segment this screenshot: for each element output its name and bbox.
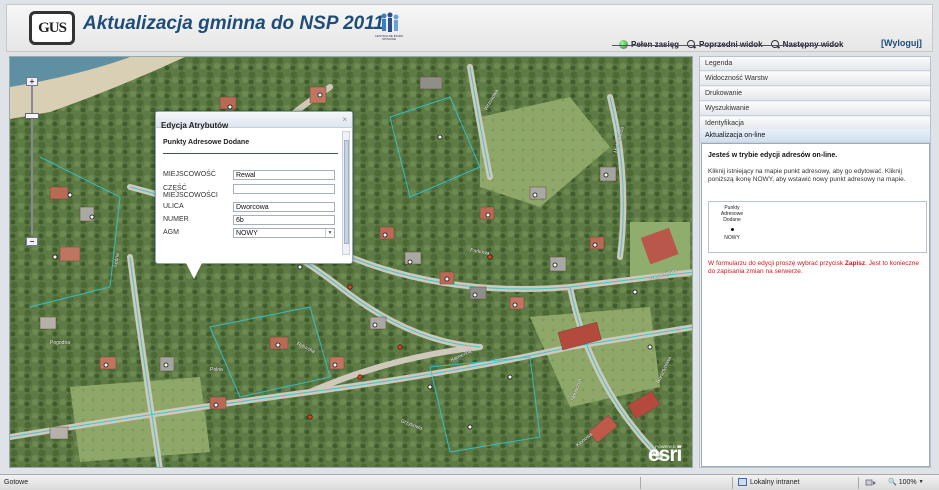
accordion-search[interactable]: Wyszukiwanie: [700, 102, 930, 116]
census-bureau-logo: CENTRALNE BIURO SPISOWE: [373, 11, 403, 45]
zoom-slider[interactable]: + −: [25, 77, 39, 247]
popup-header: Edycja Atrybutów ×: [156, 112, 352, 130]
chevron-down-icon: ▼: [918, 479, 924, 485]
magnifier-icon: 🔍: [888, 479, 897, 486]
accordion-online-update[interactable]: Aktualizacja on-line: [700, 129, 930, 143]
popup-scrollbar[interactable]: [342, 131, 350, 255]
save-note-prefix: W formularzu do edycji proszę wybrać prz…: [708, 260, 845, 267]
divider: [163, 153, 338, 154]
divider: [640, 477, 641, 489]
template-label: Punkty Adresowe Dodane: [720, 205, 744, 223]
chevron-down-icon[interactable]: ▼: [325, 229, 334, 237]
agm-select[interactable]: NOWY ▼: [233, 228, 335, 238]
new-address-point-template[interactable]: Punkty Adresowe Dodane NOWY: [715, 205, 749, 241]
globe-icon: [619, 39, 628, 49]
street-label: Polna: [210, 367, 223, 373]
popup-title: Edycja Atrybutów: [161, 121, 229, 130]
logout-link[interactable]: [Wyloguj]: [881, 38, 922, 48]
magnifier-icon: [770, 39, 780, 49]
field-row-street: ULICA Dworcowa: [163, 202, 338, 213]
attribute-editor-popup: Edycja Atrybutów × Punkty Adresowe Dodan…: [155, 111, 353, 264]
locality-part-input[interactable]: [233, 184, 335, 194]
zoom-level: 100%: [898, 478, 917, 486]
field-row-number: NUMER 6b: [163, 215, 338, 226]
security-zone-label: Lokalny intranet: [750, 478, 800, 486]
protected-mode-icon[interactable]: [865, 478, 877, 486]
locality-input[interactable]: Rewal: [233, 170, 335, 180]
edit-mode-heading: Jesteś w trybie edycji adresów on-line.: [708, 152, 838, 159]
scrollbar-thumb[interactable]: [344, 140, 349, 244]
browser-status-bar: Gotowe Lokalny intranet 🔍 100% ▼: [0, 474, 939, 490]
next-view-label: Następny widok: [782, 39, 844, 49]
page-title: Aktualizacja gminna do NSP 2011: [83, 13, 384, 34]
edit-instructions: Kliknij istniejący na mapie punkt adreso…: [708, 168, 906, 183]
field-label: AGM: [163, 229, 179, 236]
side-panel: Legenda Widoczność Warstw Drukowanie Wys…: [699, 56, 931, 468]
field-label: CZĘŚĆ MIEJSCOWOŚCI: [163, 185, 218, 199]
agm-select-value: NOWY: [236, 230, 258, 237]
zoom-out-button[interactable]: −: [26, 237, 38, 246]
census-figures-icon: [381, 12, 399, 32]
status-text: Gotowe: [4, 479, 29, 486]
template-caption: NOWY: [724, 235, 740, 241]
accordion-printing[interactable]: Drukowanie: [700, 87, 930, 101]
close-icon[interactable]: ×: [342, 115, 347, 124]
app-window: GUS Aktualizacja gminna do NSP 2011 CENT…: [0, 0, 939, 490]
divider: [858, 477, 859, 489]
divider: [732, 477, 733, 489]
template-picker: Punkty Adresowe Dodane NOWY: [708, 201, 927, 253]
full-extent-button[interactable]: Pełen zasięg: [619, 39, 680, 49]
field-label: ULICA: [163, 203, 184, 210]
point-symbol-icon: [730, 228, 734, 231]
previous-view-button[interactable]: Poprzedni widok: [687, 39, 763, 49]
toolbar-underline: [612, 45, 838, 46]
magnifier-icon: [687, 39, 696, 49]
map-navigation-toolbar: Pełen zasięg Poprzedni widok Następny wi…: [619, 38, 844, 50]
previous-view-label: Poprzedni widok: [699, 39, 763, 49]
zoom-level-control[interactable]: 🔍 100% ▼: [888, 478, 924, 487]
accordion-legend[interactable]: Legenda: [700, 57, 930, 71]
save-note: W formularzu do edycji proszę wybrać prz…: [708, 260, 924, 276]
field-row-agm: AGM NOWY ▼: [163, 228, 338, 239]
field-row-locality: MIEJSCOWOŚĆ Rewal: [163, 170, 338, 181]
field-row-locality-part: CZĘŚĆ MIEJSCOWOŚCI: [163, 184, 338, 202]
intranet-icon: [738, 478, 747, 486]
number-input[interactable]: 6b: [233, 215, 335, 225]
gus-logo: GUS: [29, 11, 75, 45]
security-zone[interactable]: Lokalny intranet: [738, 478, 799, 486]
street-label: Pogodna: [50, 340, 71, 346]
layer-name: Punkty Adresowe Dodane: [163, 139, 250, 146]
zoom-track[interactable]: [31, 85, 33, 235]
online-update-panel: Jesteś w trybie edycji adresów on-line. …: [701, 143, 930, 467]
census-bureau-caption: CENTRALNE BIURO SPISOWE: [374, 34, 404, 41]
zoom-in-button[interactable]: +: [26, 77, 38, 86]
esri-logo: esri: [648, 443, 682, 466]
save-note-bold: Zapisz: [844, 260, 866, 267]
zoom-thumb[interactable]: [25, 113, 39, 119]
popup-pointer: [186, 263, 202, 279]
street-input[interactable]: Dworcowa: [233, 202, 335, 212]
accordion-layer-visibility[interactable]: Widoczność Warstw: [700, 72, 930, 86]
field-label: NUMER: [163, 216, 189, 223]
field-label: MIEJSCOWOŚĆ: [163, 171, 216, 178]
full-extent-label: Pełen zasięg: [631, 39, 680, 49]
next-view-button[interactable]: Następny widok: [770, 39, 844, 49]
